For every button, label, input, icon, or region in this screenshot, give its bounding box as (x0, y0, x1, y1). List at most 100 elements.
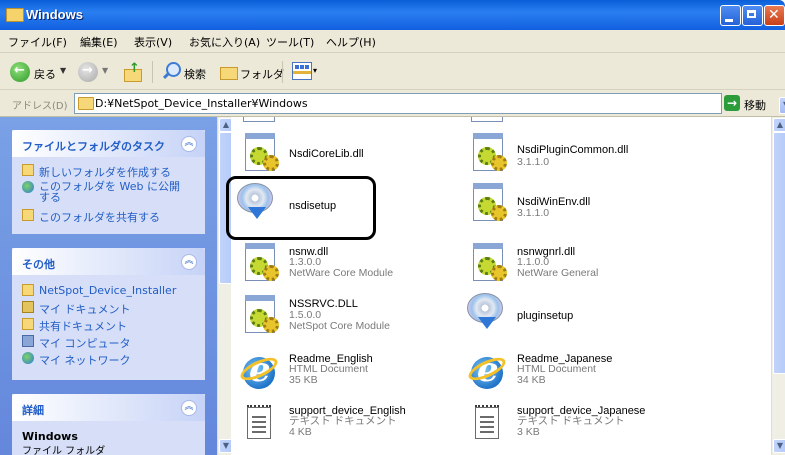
place-item[interactable]: マイ ネットワーク (22, 352, 131, 368)
views-icon[interactable] (292, 62, 312, 80)
address-dropdown-button[interactable]: ▼ (779, 97, 785, 114)
dll-gear-icon (241, 133, 283, 175)
close-button[interactable]: ✕ (764, 5, 785, 26)
go-button-label[interactable]: 移動 (744, 97, 766, 113)
menu-edit[interactable]: 編集(E) (80, 34, 118, 50)
file-version: 3.1.1.0 (517, 207, 550, 219)
back-button-label[interactable]: 戻る (34, 66, 56, 82)
scrollbar-thumb[interactable] (773, 132, 785, 374)
menu-bar: ファイル(F) 編集(E) 表示(V) お気に入り(A) ツール(T) ヘルプ(… (0, 30, 785, 77)
file-item[interactable]: NSSRVC.DLL 1.5.0.0 NetSpot Core Module (241, 295, 461, 337)
panel-title: ファイルとフォルダのタスク (22, 140, 165, 153)
my-documents-icon (22, 301, 34, 313)
partial-icon (243, 117, 275, 122)
file-item[interactable]: Readme_Japanese HTML Document 34 KB (465, 350, 717, 397)
place-item[interactable]: NetSpot_Device_Installer (22, 284, 176, 297)
file-description: NetWare Core Module (289, 267, 394, 279)
menu-help[interactable]: ヘルプ(H) (326, 34, 376, 50)
ie-document-icon (465, 350, 509, 395)
file-size: 3 KB (517, 426, 540, 438)
file-item[interactable]: Readme_English HTML Document 35 KB (237, 350, 459, 397)
share-folder-task[interactable]: このフォルダを共有する (22, 209, 160, 225)
menu-view[interactable]: 表示(V) (134, 34, 172, 50)
toolbar-separator (282, 61, 283, 83)
window-title: Windows (26, 7, 83, 22)
place-item[interactable]: 共有ドキュメント (22, 318, 127, 334)
file-item[interactable]: NsdiCoreLib.dll (241, 133, 461, 175)
collapse-icon[interactable]: ︽ (181, 254, 197, 270)
file-description: NetSpot Core Module (289, 320, 390, 332)
title-bar[interactable]: Windows ✕ (0, 0, 785, 30)
menu-tools[interactable]: ツール(T) (266, 34, 314, 50)
panel-header[interactable]: 詳細 ︽ (12, 394, 205, 421)
file-item[interactable]: nsnwgnrl.dll 1.1.0.0 NetWare General (469, 243, 719, 285)
folder-icon (78, 97, 94, 110)
globe-icon (22, 181, 34, 193)
cd-installer-icon (465, 291, 507, 333)
dll-gear-icon (241, 295, 283, 337)
panel-title: その他 (22, 258, 55, 271)
file-folder-tasks-panel: ファイルとフォルダのタスク ︽ 新しいフォルダを作成する このフォルダを Web… (12, 130, 205, 234)
panel-header[interactable]: ファイルとフォルダのタスク ︽ (12, 130, 205, 157)
address-path: D:¥NetSpot_Device_Installer¥Windows (95, 97, 308, 110)
my-network-icon (22, 352, 34, 364)
file-item[interactable]: pluginsetup (465, 291, 715, 335)
file-item[interactable]: support_device_English テキスト ドキュメント 4 KB (239, 405, 459, 447)
file-size: 35 KB (289, 374, 318, 386)
menu-file[interactable]: ファイル(F) (8, 34, 67, 50)
scroll-up-arrow-icon[interactable]: ▲ (773, 118, 785, 132)
details-panel: 詳細 ︽ Windows ファイル フォルダ (12, 394, 205, 455)
file-item[interactable]: NsdiWinEnv.dll 3.1.1.0 (469, 183, 719, 225)
shared-documents-icon (22, 318, 34, 330)
panel-header[interactable]: その他 ︽ (12, 248, 205, 275)
dll-gear-icon (469, 243, 511, 285)
file-version: 3.1.1.0 (517, 156, 550, 168)
maximize-button[interactable] (742, 5, 763, 26)
search-button-label[interactable]: 検索 (184, 66, 206, 82)
details-type: ファイル フォルダ (22, 446, 106, 455)
file-item[interactable]: support_device_Japanese テキスト ドキュメント 3 KB (467, 405, 717, 447)
dll-gear-icon (469, 183, 511, 225)
text-document-icon (467, 405, 509, 447)
my-computer-icon (22, 335, 34, 347)
explorer-window: Windows ✕ ファイル(F) 編集(E) 表示(V) お気に入り(A) ツ… (0, 0, 785, 455)
forward-arrow-icon[interactable]: → (78, 62, 98, 82)
ie-document-icon (237, 350, 281, 395)
file-list: NsdiCoreLib.dll NsdiPluginCommon.dll 3.1… (231, 117, 771, 455)
file-list-scrollbar[interactable]: ▲ ▼ (771, 117, 785, 455)
file-description: NetWare General (517, 267, 599, 279)
toolbar-separator (152, 61, 153, 83)
new-folder-task[interactable]: 新しいフォルダを作成する (22, 164, 171, 180)
scroll-down-arrow-icon[interactable]: ▼ (773, 439, 785, 453)
menu-favorites[interactable]: お気に入り(A) (189, 34, 260, 50)
up-folder-icon[interactable]: ↑ (124, 61, 142, 82)
forward-dropdown-icon[interactable]: ▼ (102, 66, 108, 75)
file-name: pluginsetup (517, 310, 574, 322)
task-pane: ファイルとフォルダのタスク ︽ 新しいフォルダを作成する このフォルダを Web… (0, 117, 217, 455)
collapse-icon[interactable]: ︽ (181, 400, 197, 416)
minimize-button[interactable] (720, 5, 741, 26)
go-arrow-icon[interactable]: → (724, 95, 740, 111)
task-pane-scrollbar[interactable]: ▲ ▼ (217, 117, 233, 455)
place-item[interactable]: マイ ドキュメント (22, 301, 131, 317)
file-size: 34 KB (517, 374, 546, 386)
highlight-frame (226, 176, 376, 240)
collapse-icon[interactable]: ︽ (181, 136, 197, 152)
search-icon[interactable] (162, 62, 181, 80)
address-input[interactable]: D:¥NetSpot_Device_Installer¥Windows ▼ (74, 93, 785, 114)
folder-icon (6, 8, 24, 22)
file-item[interactable]: nsnw.dll 1.3.0.0 NetWare Core Module (241, 243, 461, 285)
views-dropdown-icon[interactable]: ▾ (313, 66, 317, 75)
file-name: NsdiCoreLib.dll (289, 148, 364, 160)
folders-button-label[interactable]: フォルダ (240, 66, 284, 82)
file-name: NsdiPluginCommon.dll (517, 144, 629, 156)
publish-web-task[interactable]: このフォルダを Web に公開する (22, 181, 192, 203)
address-label: アドレス(D) (12, 101, 68, 112)
place-item[interactable]: マイ コンピュータ (22, 335, 131, 351)
back-dropdown-icon[interactable]: ▼ (60, 66, 66, 75)
file-item[interactable]: NsdiPluginCommon.dll 3.1.1.0 (469, 133, 719, 175)
folders-icon[interactable] (220, 64, 238, 80)
address-bar: アドレス(D) D:¥NetSpot_Device_Installer¥Wind… (0, 90, 785, 117)
file-size: 4 KB (289, 426, 312, 438)
back-arrow-icon[interactable]: ← (10, 62, 30, 82)
